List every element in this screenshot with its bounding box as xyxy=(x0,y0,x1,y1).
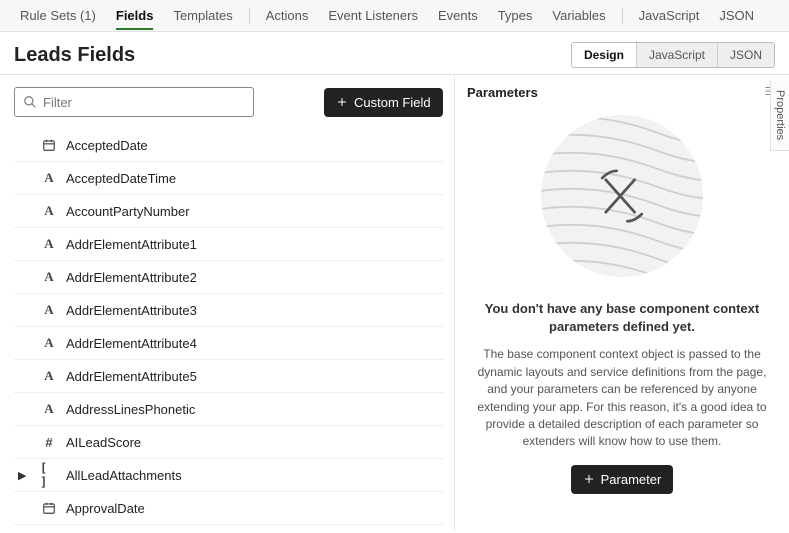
empty-state-body: The base component context object is pas… xyxy=(467,346,777,450)
add-parameter-label: Parameter xyxy=(601,472,662,487)
add-parameter-button[interactable]: Parameter xyxy=(571,465,674,494)
field-row[interactable]: ApprovalDate xyxy=(14,492,444,525)
add-custom-field-button[interactable]: Custom Field xyxy=(324,88,443,117)
filter-input[interactable] xyxy=(43,95,245,110)
field-row[interactable]: A AddrElementAttribute2 xyxy=(14,261,444,294)
field-row[interactable]: A AcceptedDateTime xyxy=(14,162,444,195)
field-row[interactable]: A AddrElementAttribute1 xyxy=(14,228,444,261)
search-icon xyxy=(23,95,37,109)
field-row[interactable]: A AddressLinesPhonetic xyxy=(14,393,444,426)
field-label: AcceptedDateTime xyxy=(66,171,176,186)
plus-icon xyxy=(583,473,595,485)
number-icon: # xyxy=(40,435,58,450)
fields-pane: Custom Field AcceptedDate A AcceptedDateTi… xyxy=(0,75,455,531)
tab-fields[interactable]: Fields xyxy=(106,2,164,29)
tab-rule-sets[interactable]: Rule Sets (1) xyxy=(10,2,106,29)
field-row[interactable]: AcceptedDate xyxy=(14,129,444,162)
field-label: AddrElementAttribute4 xyxy=(66,336,197,351)
plus-icon xyxy=(336,96,348,108)
text-icon: A xyxy=(40,203,58,219)
tab-events[interactable]: Events xyxy=(428,2,488,29)
field-row[interactable]: A AccountPartyNumber xyxy=(14,195,444,228)
text-icon: A xyxy=(40,302,58,318)
filter-row: Custom Field xyxy=(14,87,444,117)
expand-chevron-icon[interactable]: ▶ xyxy=(18,469,26,482)
parameters-title: Parameters xyxy=(467,85,538,100)
view-toggle-design[interactable]: Design xyxy=(572,43,636,67)
calendar-icon xyxy=(40,501,58,515)
view-toggle-json[interactable]: JSON xyxy=(717,43,774,67)
field-label: AllLeadAttachments xyxy=(66,468,182,483)
field-list: AcceptedDate A AcceptedDateTime A AccountPar… xyxy=(14,129,444,525)
filter-input-wrap[interactable] xyxy=(14,87,254,117)
field-label: AddrElementAttribute2 xyxy=(66,270,197,285)
tab-event-listeners[interactable]: Event Listeners xyxy=(318,2,428,29)
tab-types[interactable]: Types xyxy=(488,2,543,29)
field-label: AddrElementAttribute1 xyxy=(66,237,197,252)
field-label: AcceptedDate xyxy=(66,138,148,153)
add-custom-field-label: Custom Field xyxy=(354,95,431,110)
tab-json[interactable]: JSON xyxy=(709,2,764,29)
text-icon: A xyxy=(40,368,58,384)
field-row[interactable]: A AddrElementAttribute4 xyxy=(14,327,444,360)
field-row[interactable]: ▶ [ ] AllLeadAttachments xyxy=(14,459,444,492)
top-tabs: Rule Sets (1) Fields Templates Actions E… xyxy=(0,0,789,32)
parameters-header: Parameters xyxy=(467,85,777,100)
field-label: AILeadScore xyxy=(66,435,141,450)
field-label: AddressLinesPhonetic xyxy=(66,402,195,417)
view-toggle-javascript[interactable]: JavaScript xyxy=(636,43,717,67)
tab-actions[interactable]: Actions xyxy=(256,2,319,29)
field-row[interactable]: A AddrElementAttribute3 xyxy=(14,294,444,327)
tab-javascript[interactable]: JavaScript xyxy=(629,2,710,29)
main-content: Custom Field AcceptedDate A AcceptedDateTi… xyxy=(0,74,789,531)
text-icon: A xyxy=(40,170,58,186)
header-row: Leads Fields Design JavaScript JSON xyxy=(0,32,789,74)
field-row[interactable]: # AILeadScore xyxy=(14,426,444,459)
empty-state-illustration xyxy=(467,106,777,286)
field-label: AddrElementAttribute5 xyxy=(66,369,197,384)
field-label: AddrElementAttribute3 xyxy=(66,303,197,318)
text-icon: A xyxy=(40,236,58,252)
page-title: Leads Fields xyxy=(14,44,135,67)
tab-variables[interactable]: Variables xyxy=(542,2,615,29)
tab-divider xyxy=(249,8,250,24)
empty-state-heading: You don't have any base component contex… xyxy=(467,300,777,336)
parameters-pane: Parameters xyxy=(455,75,789,531)
view-toggle: Design JavaScript JSON xyxy=(571,42,775,68)
field-label: AccountPartyNumber xyxy=(66,204,190,219)
field-label: ApprovalDate xyxy=(66,501,145,516)
tab-templates[interactable]: Templates xyxy=(163,2,242,29)
properties-side-tab[interactable]: Properties xyxy=(770,80,789,151)
tab-divider xyxy=(622,8,623,24)
field-row[interactable]: A AddrElementAttribute5 xyxy=(14,360,444,393)
array-icon: [ ] xyxy=(40,461,58,489)
text-icon: A xyxy=(40,269,58,285)
calendar-icon xyxy=(40,138,58,152)
text-icon: A xyxy=(40,335,58,351)
text-icon: A xyxy=(40,401,58,417)
